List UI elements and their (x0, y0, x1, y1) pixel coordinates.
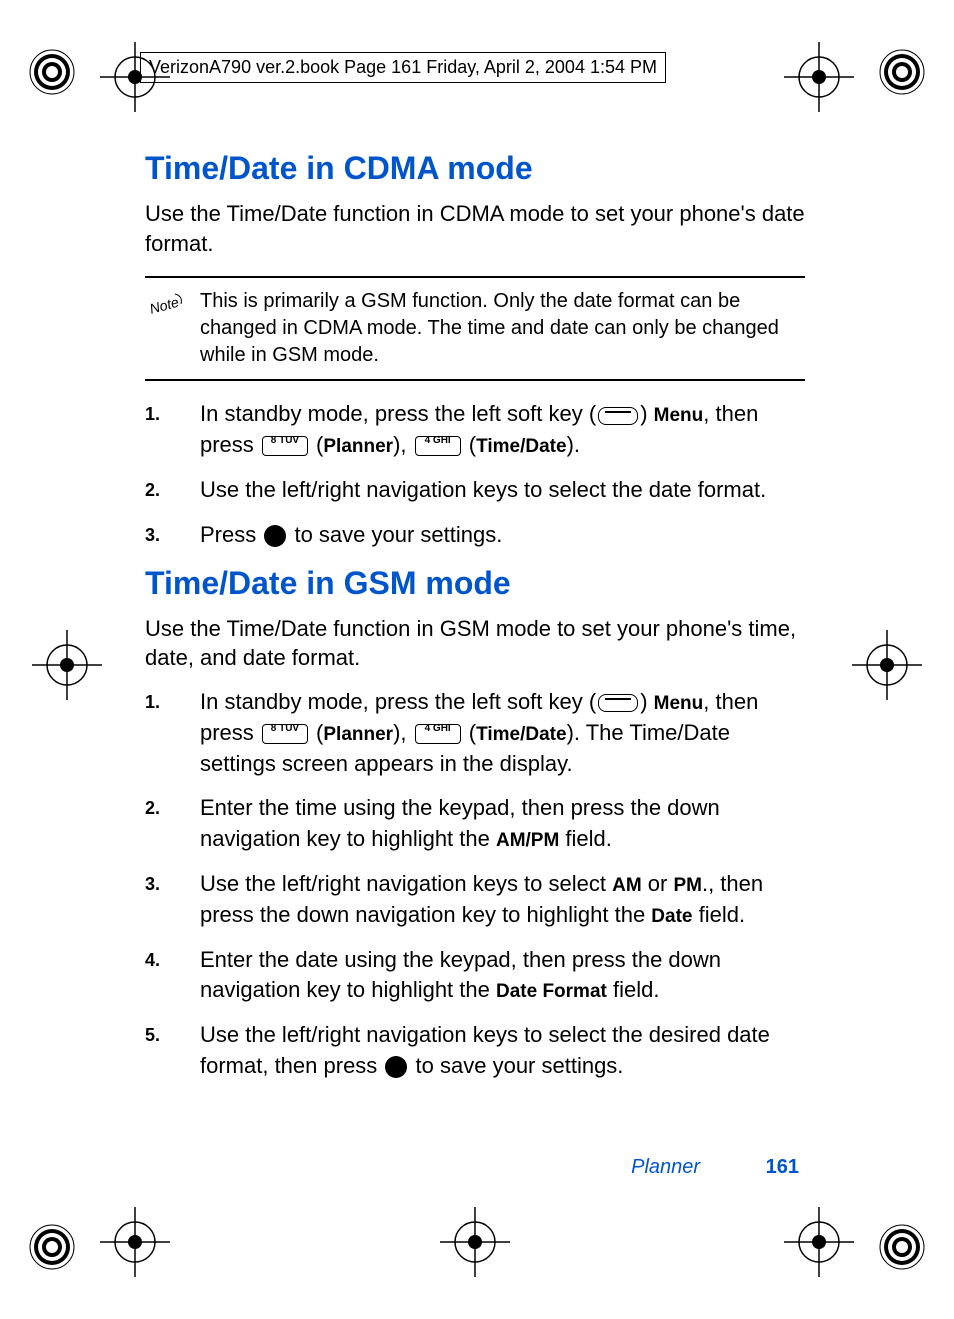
step-gsm-1: 1. In standby mode, press the left soft … (145, 687, 805, 779)
softkey-icon (598, 407, 638, 425)
text: ) (640, 689, 653, 714)
am-label: AM (612, 875, 642, 896)
footer-section: Planner (631, 1156, 700, 1178)
text: ). (567, 432, 580, 457)
steps-gsm: 1. In standby mode, press the left soft … (145, 687, 805, 1082)
crop-mark-br (872, 1217, 932, 1277)
step-number: 3. (145, 869, 200, 931)
text: In standby mode, press the left soft key… (200, 401, 596, 426)
step-gsm-5: 5. Use the left/right navigation keys to… (145, 1020, 805, 1082)
step-text: Press to save your settings. (200, 520, 805, 551)
crop-mark-tr (872, 42, 932, 102)
heading-cdma: Time/Date in CDMA mode (145, 150, 805, 187)
key-label: 4 GHI (416, 436, 460, 446)
note-icon: Note (145, 288, 200, 369)
date-label: Date (651, 906, 692, 927)
ampm-label: AM/PM (496, 830, 559, 851)
text: ( (463, 720, 476, 745)
step-text: Use the left/right navigation keys to se… (200, 1020, 805, 1082)
softkey-icon (598, 694, 638, 712)
intro-gsm: Use the Time/Date function in GSM mode t… (145, 614, 805, 673)
page-header: VerizonA790 ver.2.book Page 161 Friday, … (140, 52, 666, 83)
text: field. (692, 902, 745, 927)
key-8-icon: 8 TUV (262, 436, 308, 456)
reg-mark-bottom-r (784, 1207, 854, 1277)
reg-mark-bottom-l (100, 1207, 170, 1277)
page-footer: Planner 161 (631, 1156, 799, 1179)
step-text: Enter the date using the keypad, then pr… (200, 945, 805, 1007)
step-gsm-3: 3. Use the left/right navigation keys to… (145, 869, 805, 931)
planner-label: Planner (323, 436, 393, 457)
heading-gsm: Time/Date in GSM mode (145, 565, 805, 602)
step-text: Use the left/right navigation keys to se… (200, 869, 805, 931)
timedate-label: Time/Date (476, 436, 566, 457)
step-gsm-4: 4. Enter the date using the keypad, then… (145, 945, 805, 1007)
text: or (642, 871, 674, 896)
key-8-icon: 8 TUV (262, 724, 308, 744)
text: to save your settings. (288, 522, 502, 547)
footer-page-number: 161 (766, 1156, 799, 1178)
step-text: In standby mode, press the left soft key… (200, 687, 805, 779)
step-number: 3. (145, 520, 200, 551)
svg-text:Note: Note (148, 294, 181, 317)
text: field. (559, 826, 612, 851)
text: ( (310, 432, 323, 457)
reg-mark-right (852, 630, 922, 700)
text: ), (393, 432, 413, 457)
text: ( (463, 432, 476, 457)
text: In standby mode, press the left soft key… (200, 689, 596, 714)
text: ), (393, 720, 413, 745)
step-text: Enter the time using the keypad, then pr… (200, 793, 805, 855)
key-label: 8 TUV (263, 724, 307, 734)
text: to save your settings. (409, 1053, 623, 1078)
reg-mark-bottom-c (440, 1207, 510, 1277)
note-box: Note This is primarily a GSM function. O… (145, 276, 805, 381)
step-text: Use the left/right navigation keys to se… (200, 475, 805, 506)
step-cdma-1: 1. In standby mode, press the left soft … (145, 399, 805, 461)
text: Enter the time using the keypad, then pr… (200, 795, 720, 851)
reg-mark-top-r (784, 42, 854, 112)
text: ) (640, 401, 653, 426)
step-number: 2. (145, 793, 200, 855)
text: field. (607, 977, 660, 1002)
crop-mark-bl (22, 1217, 82, 1277)
reg-mark-left (32, 630, 102, 700)
key-label: 4 GHI (416, 724, 460, 734)
step-cdma-3: 3. Press to save your settings. (145, 520, 805, 551)
step-text: In standby mode, press the left soft key… (200, 399, 805, 461)
step-number: 1. (145, 687, 200, 779)
text: Press (200, 522, 262, 547)
step-number: 1. (145, 399, 200, 461)
ok-key-icon (264, 525, 286, 547)
text: ( (310, 720, 323, 745)
note-text: This is primarily a GSM function. Only t… (200, 288, 805, 369)
dateformat-label: Date Format (496, 981, 607, 1002)
timedate-label: Time/Date (476, 724, 566, 745)
key-label: 8 TUV (263, 436, 307, 446)
step-gsm-2: 2. Enter the time using the keypad, then… (145, 793, 805, 855)
step-number: 4. (145, 945, 200, 1007)
page-content: Time/Date in CDMA mode Use the Time/Date… (145, 140, 805, 1096)
step-number: 5. (145, 1020, 200, 1082)
step-cdma-2: 2. Use the left/right navigation keys to… (145, 475, 805, 506)
key-4-icon: 4 GHI (415, 436, 461, 456)
key-4-icon: 4 GHI (415, 724, 461, 744)
menu-label: Menu (654, 693, 704, 714)
intro-cdma: Use the Time/Date function in CDMA mode … (145, 199, 805, 258)
planner-label: Planner (323, 724, 393, 745)
ok-key-icon (385, 1056, 407, 1078)
crop-mark-tl (22, 42, 82, 102)
text: Use the left/right navigation keys to se… (200, 871, 612, 896)
step-number: 2. (145, 475, 200, 506)
steps-cdma: 1. In standby mode, press the left soft … (145, 399, 805, 550)
menu-label: Menu (654, 405, 704, 426)
pm-label: PM (673, 875, 702, 896)
